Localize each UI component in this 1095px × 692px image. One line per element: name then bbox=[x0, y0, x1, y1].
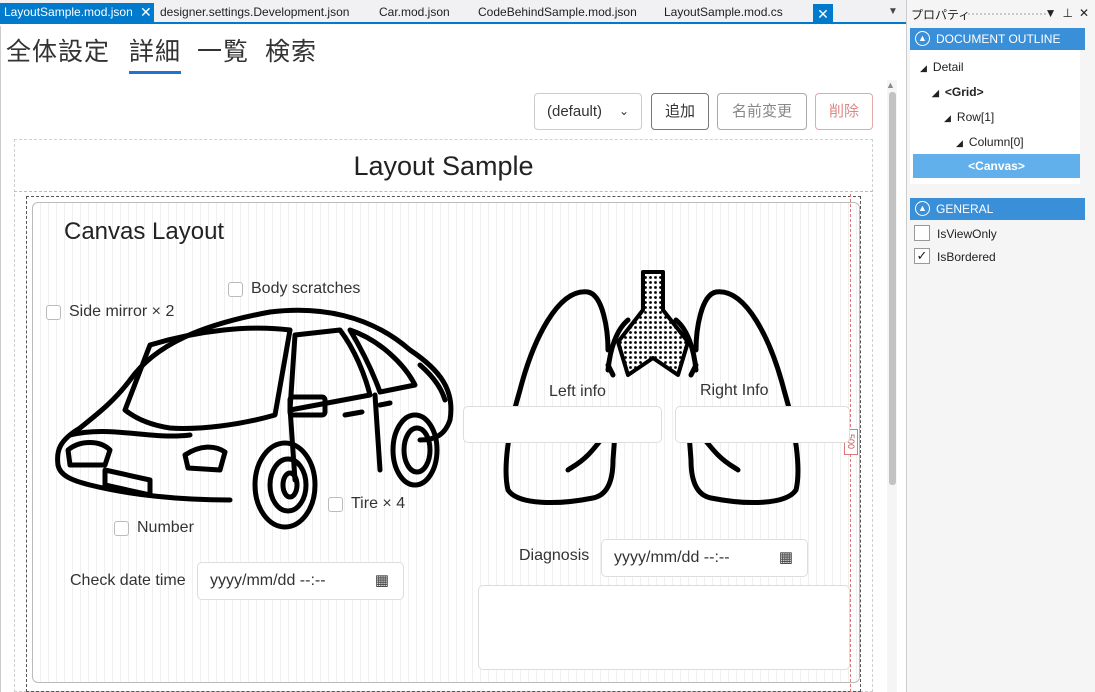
tab-label: LayoutSample.mod.cs bbox=[664, 5, 783, 19]
isviewonly-label: IsViewOnly bbox=[937, 227, 997, 241]
panel-grip[interactable] bbox=[967, 12, 1047, 16]
tab-car-json[interactable]: Car.mod.json bbox=[379, 3, 450, 22]
tab-label: LayoutSample.mod.json bbox=[4, 5, 133, 19]
calendar-icon[interactable]: ▦ bbox=[779, 540, 793, 576]
calendar-icon[interactable]: ▦ bbox=[375, 563, 389, 599]
tree-label: <Grid> bbox=[944, 85, 984, 99]
tab-layoutsample-json[interactable]: LayoutSample.mod.json ✕ bbox=[0, 3, 154, 24]
right-info-label: Right Info bbox=[700, 382, 769, 399]
check-date-label: Check date time bbox=[70, 572, 186, 589]
tab-label: designer.settings.Development.json bbox=[160, 5, 350, 19]
add-button[interactable]: 追加 bbox=[651, 93, 709, 130]
chevron-down-icon[interactable]: ▼ bbox=[888, 6, 898, 17]
tree-label: Row[1] bbox=[956, 110, 995, 124]
tab-codebehind-json[interactable]: CodeBehindSample.mod.json bbox=[478, 3, 637, 22]
diagnosis-date-input[interactable]: yyyy/mm/dd --:-- ▦ bbox=[601, 539, 808, 577]
tab-label: CodeBehindSample.mod.json bbox=[478, 5, 637, 19]
collapse-icon[interactable]: ▲ bbox=[915, 31, 930, 46]
left-info-label: Left info bbox=[549, 383, 606, 400]
tire-label: Tire × 4 bbox=[351, 495, 406, 512]
check-date-placeholder: yyyy/mm/dd --:-- bbox=[210, 572, 326, 589]
right-info-input[interactable] bbox=[675, 406, 850, 443]
expand-icon[interactable]: ◢ bbox=[920, 63, 927, 73]
collapse-icon[interactable]: ▲ bbox=[915, 201, 930, 216]
diagnosis-label: Diagnosis bbox=[519, 547, 590, 564]
editor-tab-strip: LayoutSample.mod.json ✕ designer.setting… bbox=[0, 0, 906, 24]
layout-title: Layout Sample bbox=[353, 151, 534, 181]
tab-layoutsample-cs[interactable]: LayoutSample.mod.cs bbox=[664, 3, 783, 22]
body-scratches-checkbox[interactable] bbox=[228, 282, 243, 297]
outline-header-label: DOCUMENT OUTLINE bbox=[936, 32, 1061, 46]
rename-button[interactable]: 名前変更 bbox=[717, 93, 807, 130]
tree-item-column[interactable]: ◢ Column[0] bbox=[956, 135, 1024, 149]
scroll-up-icon[interactable]: ▲ bbox=[886, 80, 895, 90]
check-date-input[interactable]: yyyy/mm/dd --:-- ▦ bbox=[197, 562, 404, 600]
diagnosis-date-placeholder: yyyy/mm/dd --:-- bbox=[614, 549, 730, 566]
body-scratches-label: Body scratches bbox=[251, 280, 361, 297]
expand-icon[interactable]: ◢ bbox=[956, 138, 963, 148]
divider bbox=[14, 191, 873, 192]
close-icon[interactable]: ✕ bbox=[140, 3, 152, 22]
general-section-header[interactable]: ▲ GENERAL bbox=[910, 198, 1085, 220]
nav-detail[interactable]: 詳細 bbox=[129, 32, 182, 74]
lungs-illustration bbox=[503, 270, 801, 506]
tree-item-detail[interactable]: ◢ Detail bbox=[920, 60, 964, 74]
tree-item-canvas[interactable]: <Canvas> bbox=[913, 154, 1080, 178]
nav-search[interactable]: 検索 bbox=[265, 32, 317, 68]
diagnosis-textarea[interactable] bbox=[478, 585, 850, 670]
general-header-label: GENERAL bbox=[936, 202, 994, 216]
left-info-input[interactable] bbox=[463, 406, 662, 443]
tab-label: Car.mod.json bbox=[379, 5, 450, 19]
close-icon[interactable]: ✕ bbox=[1079, 6, 1089, 20]
expand-icon[interactable]: ◢ bbox=[932, 88, 939, 98]
nav-general-settings[interactable]: 全体設定 bbox=[6, 32, 110, 68]
tree-label: Detail bbox=[932, 60, 964, 74]
nav-list[interactable]: 一覧 bbox=[197, 32, 249, 68]
isbordered-checkbox[interactable]: ✓ bbox=[914, 248, 930, 264]
tire-checkbox[interactable] bbox=[328, 497, 343, 512]
close-icon[interactable]: ✕ bbox=[813, 4, 833, 24]
tree-label: Column[0] bbox=[968, 135, 1024, 149]
layout-select-value: (default) bbox=[547, 103, 603, 120]
pin-icon[interactable]: ⊥ bbox=[1062, 6, 1072, 20]
layout-select[interactable]: (default) ⌄ bbox=[534, 93, 642, 130]
delete-button[interactable]: 削除 bbox=[815, 93, 873, 130]
tree-item-row[interactable]: ◢ Row[1] bbox=[944, 110, 994, 124]
number-checkbox[interactable] bbox=[114, 521, 129, 536]
panel-controls: ▼ ⊥ ✕ bbox=[1039, 6, 1089, 20]
number-label: Number bbox=[137, 519, 194, 536]
chevron-down-icon: ⌄ bbox=[618, 104, 629, 118]
expand-icon[interactable]: ◢ bbox=[944, 113, 951, 123]
canvas-title: Canvas Layout bbox=[64, 218, 225, 245]
isviewonly-checkbox[interactable] bbox=[914, 225, 930, 241]
side-mirror-label: Side mirror × 2 bbox=[69, 303, 175, 320]
scrollbar-thumb[interactable] bbox=[889, 92, 896, 485]
tab-designer-settings[interactable]: designer.settings.Development.json bbox=[160, 3, 349, 22]
outline-section-header[interactable]: ▲ DOCUMENT OUTLINE bbox=[910, 28, 1085, 50]
isbordered-label: IsBordered bbox=[937, 250, 996, 264]
side-mirror-checkbox[interactable] bbox=[46, 305, 61, 320]
chevron-down-icon[interactable]: ▼ bbox=[1045, 6, 1057, 20]
properties-title: プロパティ bbox=[911, 8, 971, 22]
tree-item-grid[interactable]: ◢ <Grid> bbox=[932, 85, 984, 99]
